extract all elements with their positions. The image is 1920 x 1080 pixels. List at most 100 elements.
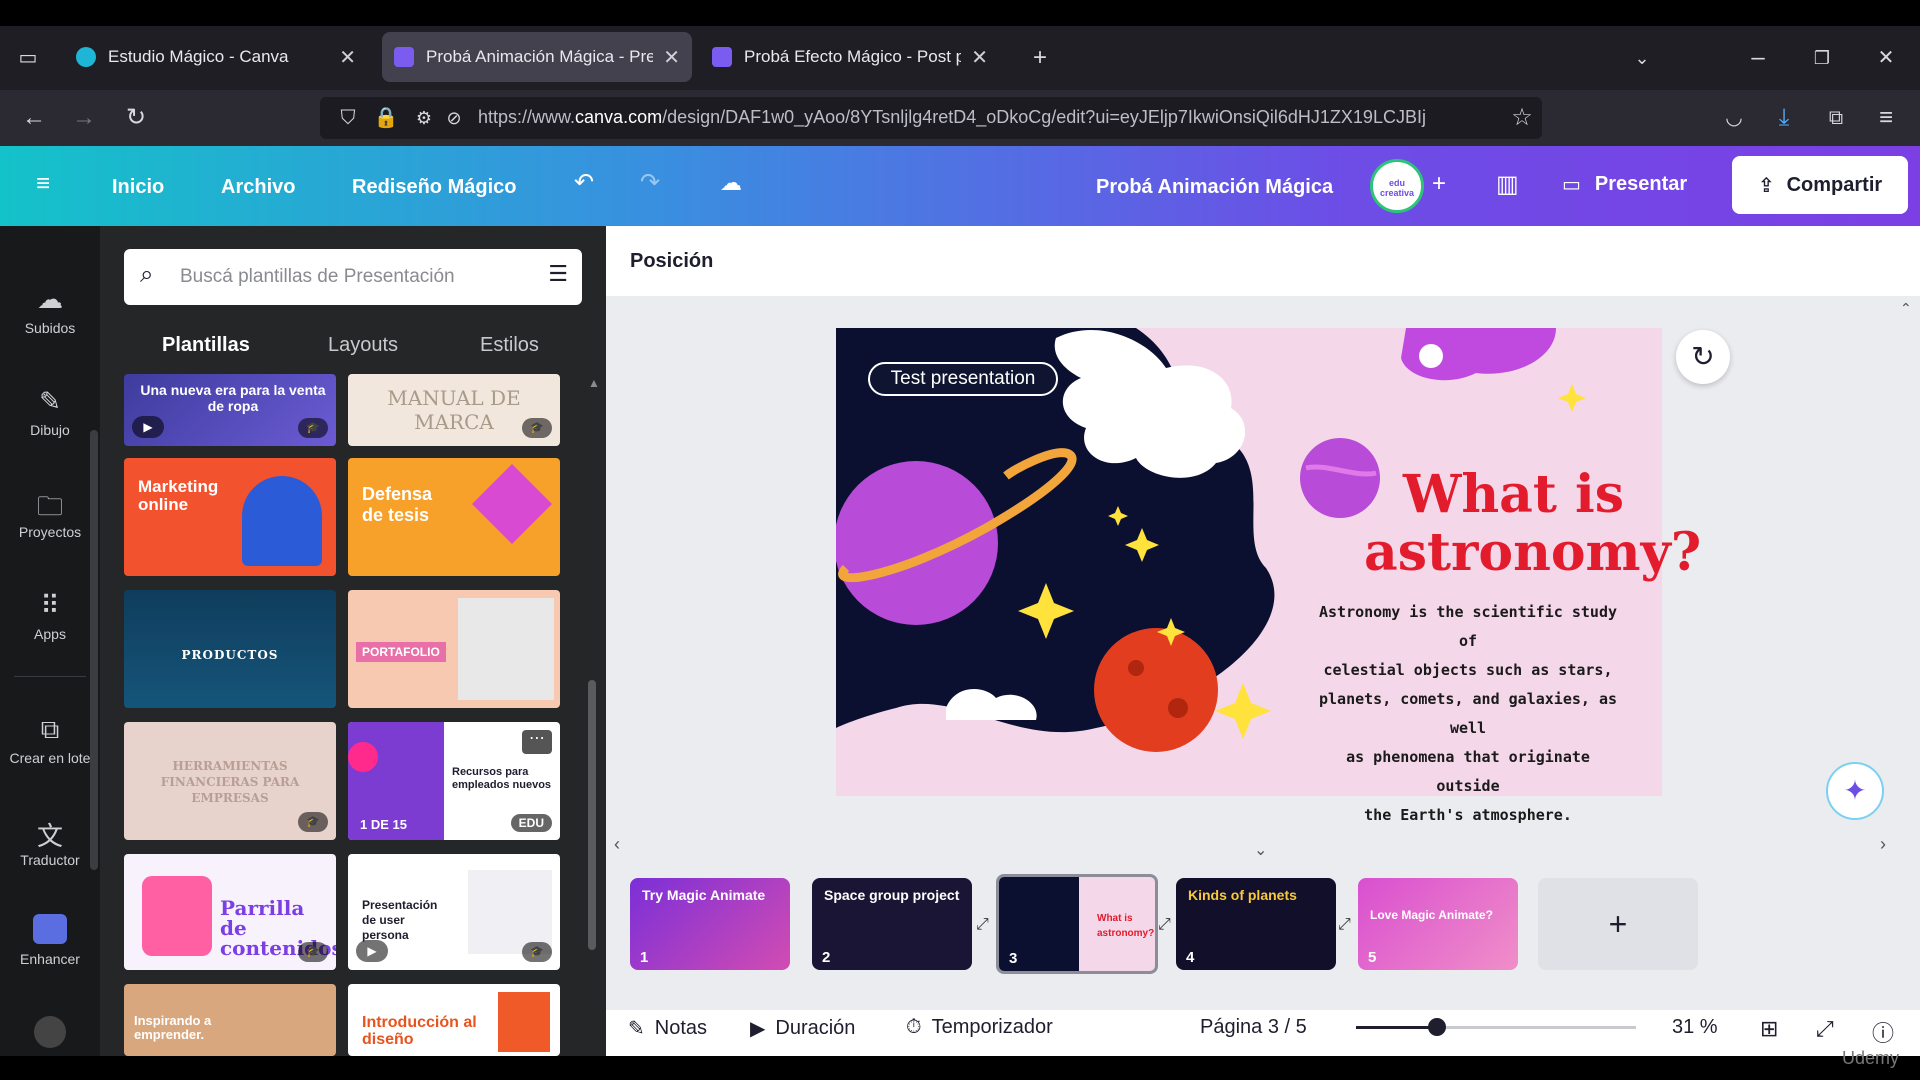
minimize-icon[interactable]: –: [1740, 40, 1776, 76]
rail-item-enhancer[interactable]: Enhancer: [0, 914, 100, 967]
page-thumb-4[interactable]: Kinds of planets 4: [1176, 878, 1336, 970]
reload-icon[interactable]: ↻: [118, 100, 154, 136]
page-thumb-1[interactable]: Try Magic Animate 1: [630, 878, 790, 970]
rail-item-proyectos[interactable]: 🗀 Proyectos: [0, 488, 100, 540]
rail-item-subidos[interactable]: ☁ Subidos: [0, 284, 100, 336]
more-apps-icon[interactable]: [34, 1016, 66, 1048]
tab-plantillas[interactable]: Plantillas: [162, 334, 250, 357]
refresh-comment-icon[interactable]: ↻: [1676, 330, 1730, 384]
zoom-slider-handle[interactable]: [1428, 1018, 1446, 1036]
download-icon[interactable]: ⤓: [1766, 100, 1802, 136]
screen: { "browser": { "tabs": [ {"title": "Estu…: [0, 0, 1920, 1080]
new-tab-icon[interactable]: +: [1022, 40, 1058, 76]
search-input[interactable]: ⌕ Buscá plantillas de Presentación ☰: [124, 249, 582, 305]
position-button[interactable]: Posición: [630, 250, 713, 273]
transition-icon[interactable]: ⤢: [976, 916, 989, 934]
design-title[interactable]: Probá Animación Mágica: [1096, 176, 1333, 199]
lock-icon[interactable]: 🔒: [368, 100, 404, 136]
grid-view-icon[interactable]: ⊞: [1760, 1016, 1778, 1042]
illustration: [498, 992, 550, 1052]
timer-button[interactable]: ⏱ Temporizador: [906, 1016, 1053, 1039]
edu-cap-icon: 🎓: [298, 942, 328, 962]
template-thumb[interactable]: Defensa de tesis: [348, 458, 560, 576]
restore-icon[interactable]: ❐: [1804, 40, 1840, 76]
canva-favicon-icon: [76, 47, 96, 67]
zoom-level[interactable]: 31 %: [1672, 1016, 1718, 1039]
undo-icon[interactable]: ↶: [574, 168, 594, 197]
fullscreen-icon[interactable]: ⤢: [1816, 1016, 1834, 1042]
template-thumb[interactable]: Una nueva era para la venta de ropa ▶ 🎓: [124, 374, 336, 446]
rail-item-dibujo[interactable]: ✎ Dibujo: [0, 386, 100, 438]
scroll-left-icon[interactable]: ‹: [614, 834, 620, 855]
template-thumb[interactable]: Inspirando a emprender.: [124, 984, 336, 1056]
add-page-button[interactable]: +: [1538, 878, 1698, 970]
tab-list-chevron-icon[interactable]: ⌄: [1624, 40, 1660, 76]
collapse-pages-icon[interactable]: ⌄: [1254, 840, 1267, 860]
browser-tab-estudio[interactable]: Estudio Mágico - Canva ✕: [64, 32, 368, 82]
menu-archivo[interactable]: Archivo: [221, 176, 295, 199]
slide-title[interactable]: What is astronomy?: [1364, 466, 1701, 582]
back-icon[interactable]: ←: [16, 100, 52, 136]
avatar[interactable]: edu creativa: [1370, 159, 1424, 213]
scroll-up-icon[interactable]: ▲: [588, 376, 600, 390]
tracking-off-icon[interactable]: ⊘: [436, 100, 472, 136]
shield-icon[interactable]: ⛉: [330, 100, 366, 136]
template-thumb[interactable]: PORTAFOLIO: [348, 590, 560, 708]
template-thumb[interactable]: Introducción al diseño: [348, 984, 560, 1056]
template-thumb[interactable]: Presentación de user persona ▶ 🎓: [348, 854, 560, 970]
magic-assistant-icon[interactable]: ✦: [1826, 762, 1884, 820]
tab-layouts[interactable]: Layouts: [328, 334, 398, 357]
template-thumb[interactable]: Recursos para empleados nuevos ⋯ 1 DE 15…: [348, 722, 560, 840]
scroll-up-arrow-icon[interactable]: ⌃: [1900, 300, 1912, 317]
template-thumb[interactable]: Parrilla de contenidos 🎓: [124, 854, 336, 970]
close-window-icon[interactable]: ✕: [1868, 40, 1904, 76]
close-tab-icon[interactable]: ✕: [971, 45, 988, 70]
present-button[interactable]: ▭ Presentar: [1562, 172, 1687, 197]
cloud-saved-icon[interactable]: ☁: [720, 170, 742, 196]
help-icon[interactable]: ⓘ: [1872, 1016, 1894, 1048]
notes-button[interactable]: ✎ Notas: [628, 1016, 707, 1041]
main-menu-icon[interactable]: ≡: [36, 170, 50, 198]
redo-icon[interactable]: ↷: [640, 168, 660, 197]
browser-tab-efecto[interactable]: Probá Efecto Mágico - Post par ✕: [700, 32, 1000, 82]
browser-tab-animacion[interactable]: Probá Animación Mágica - Pre ✕: [382, 32, 692, 82]
filter-sliders-icon[interactable]: ☰: [548, 261, 568, 287]
template-thumb[interactable]: PRODUCTOS: [124, 590, 336, 708]
share-button[interactable]: ⇪ Compartir: [1732, 156, 1908, 214]
template-thumb[interactable]: HERRAMIENTAS FINANCIERAS PARA EMPRESAS 🎓: [124, 722, 336, 840]
insights-chart-icon[interactable]: ▥: [1496, 170, 1519, 199]
rail-item-apps[interactable]: ⠿ Apps: [0, 590, 100, 642]
page-thumb-3-selected[interactable]: What is astronomy? 3: [996, 874, 1158, 974]
template-thumb[interactable]: Marketing online: [124, 458, 336, 576]
pocket-icon[interactable]: ◡: [1716, 100, 1752, 136]
slide-body-text[interactable]: Astronomy is the scientific study of cel…: [1318, 598, 1618, 830]
scroll-right-icon[interactable]: ›: [1880, 834, 1886, 855]
rail-item-traductor[interactable]: 文 Traductor: [0, 816, 100, 868]
illustration: [242, 476, 322, 566]
transition-icon[interactable]: ⤢: [1338, 916, 1351, 934]
hamburger-menu-icon[interactable]: ≡: [1868, 100, 1904, 136]
transition-icon[interactable]: ⤢: [1158, 916, 1171, 934]
template-thumb[interactable]: MANUAL DE MARCA 🎓: [348, 374, 560, 446]
page-thumb-2[interactable]: Space group project 2: [812, 878, 972, 970]
rail-scrollbar[interactable]: [90, 430, 98, 870]
close-tab-icon[interactable]: ✕: [663, 45, 680, 70]
tab-overview-icon[interactable]: ▭: [10, 40, 46, 76]
extensions-icon[interactable]: ⧉: [1818, 100, 1854, 136]
page-indicator[interactable]: Página 3 / 5: [1200, 1016, 1307, 1039]
slide-pill-label[interactable]: Test presentation: [868, 362, 1058, 396]
bulk-create-icon: ⧉: [40, 714, 60, 744]
rail-item-crear-en-lote[interactable]: ⧉ Crear en lote: [0, 714, 100, 766]
duration-button[interactable]: ▶ Duración: [750, 1016, 855, 1041]
bookmark-star-icon[interactable]: ☆: [1504, 100, 1540, 136]
forward-icon[interactable]: →: [66, 100, 102, 136]
close-tab-icon[interactable]: ✕: [339, 45, 356, 70]
tab-estilos[interactable]: Estilos: [480, 334, 539, 357]
panel-scrollbar[interactable]: [588, 680, 596, 950]
more-options-icon[interactable]: ⋯: [522, 730, 552, 754]
add-collaborator-icon[interactable]: +: [1432, 170, 1446, 198]
page-thumb-5[interactable]: Love Magic Animate? 5: [1358, 878, 1518, 970]
menu-inicio[interactable]: Inicio: [112, 176, 164, 199]
url-text[interactable]: https://www.canva.com/design/DAF1w0_yAoo…: [478, 107, 1488, 128]
menu-rediseno-magico[interactable]: Rediseño Mágico: [352, 176, 516, 199]
